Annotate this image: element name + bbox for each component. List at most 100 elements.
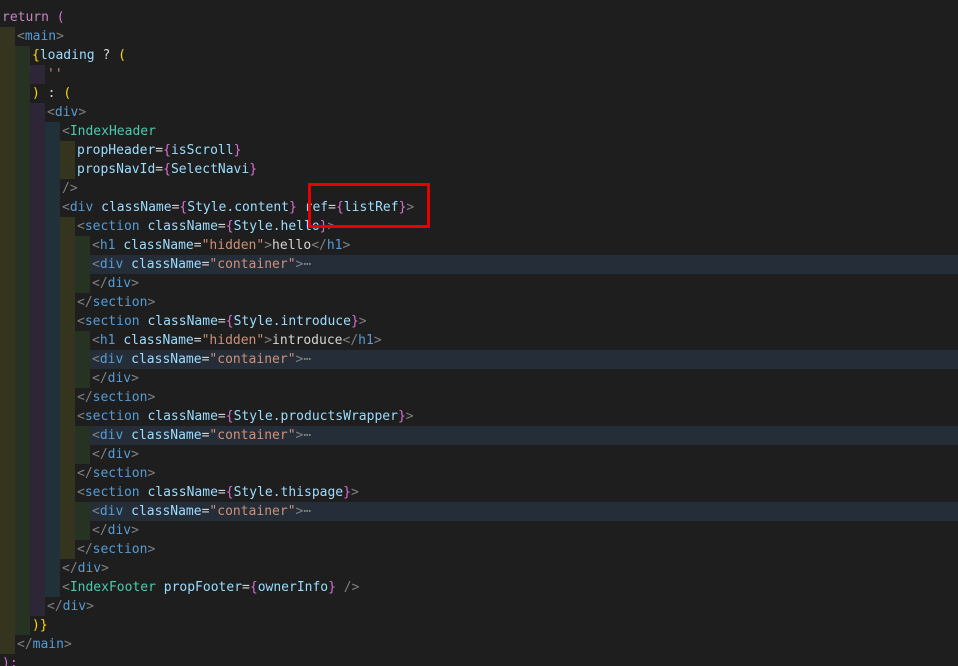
code-line[interactable]: />	[0, 179, 958, 198]
indent-guide	[15, 426, 30, 445]
code-token: >	[56, 29, 64, 44]
code-line[interactable]: <div className="container">⋯	[0, 502, 958, 521]
code-line[interactable]: );	[0, 654, 958, 666]
indent-guide	[0, 521, 15, 540]
code-line[interactable]: <section className={Style.hello}>	[0, 217, 958, 236]
code-token: =	[242, 580, 250, 595]
code-token: "hidden"	[201, 238, 265, 253]
indent-guide	[15, 293, 30, 312]
code-line[interactable]: propHeader={isScroll}	[0, 141, 958, 160]
indent-guide	[75, 521, 90, 540]
code-line[interactable]: </div>	[0, 521, 958, 540]
code-token: className	[131, 504, 202, 519]
indent-guide	[45, 464, 60, 483]
code-line[interactable]: <main>	[0, 27, 958, 46]
indent-guide	[15, 122, 30, 141]
code-line[interactable]: <section className={Style.productsWrappe…	[0, 407, 958, 426]
indent-guide	[60, 312, 75, 331]
code-line[interactable]: </section>	[0, 293, 958, 312]
indent-guide	[30, 559, 45, 578]
code-token: >	[131, 523, 139, 538]
code-text: </section>	[77, 293, 155, 312]
code-line[interactable]: <IndexFooter propFooter={ownerInfo} />	[0, 578, 958, 597]
indent-guide	[30, 65, 45, 84]
code-line[interactable]: </section>	[0, 464, 958, 483]
folded-ellipsis-icon[interactable]: ⋯	[303, 504, 311, 519]
code-line[interactable]: )}	[0, 616, 958, 635]
code-line[interactable]: return (	[0, 8, 958, 27]
code-line[interactable]: </div>	[0, 597, 958, 616]
indent-guide	[15, 198, 30, 217]
indent-guide	[0, 388, 15, 407]
indent-guide	[15, 331, 30, 350]
indent-guide	[15, 46, 30, 65]
folded-ellipsis-icon[interactable]: ⋯	[303, 352, 311, 367]
code-line[interactable]: <div className="container">⋯	[0, 350, 958, 369]
code-line[interactable]: </div>	[0, 274, 958, 293]
indent-guide	[0, 141, 15, 160]
code-token: return	[2, 10, 49, 25]
code-token: Style.productsWrapper	[233, 409, 398, 424]
code-line[interactable]: </div>	[0, 559, 958, 578]
code-token: className	[147, 314, 218, 329]
folded-ellipsis-icon[interactable]: ⋯	[303, 428, 311, 443]
indent-guide	[15, 540, 30, 559]
code-line[interactable]: <h1 className="hidden">hello</h1>	[0, 236, 958, 255]
code-line[interactable]: ) : (	[0, 84, 958, 103]
indent-guide	[45, 236, 60, 255]
indent-guide	[45, 578, 60, 597]
code-line[interactable]: propsNavId={SelectNavi}	[0, 160, 958, 179]
indent-guide	[0, 597, 15, 616]
code-text: propHeader={isScroll}	[77, 141, 241, 160]
code-token: div	[107, 276, 132, 291]
code-line[interactable]: <IndexHeader	[0, 122, 958, 141]
indent-guide	[45, 540, 60, 559]
code-token: =	[217, 314, 226, 329]
folded-ellipsis-icon[interactable]: ⋯	[303, 257, 311, 272]
code-token: IndexHeader	[69, 124, 156, 139]
code-line[interactable]: </section>	[0, 540, 958, 559]
code-line[interactable]: <section className={Style.thispage}>	[0, 483, 958, 502]
indent-guide	[15, 255, 30, 274]
code-token: "container"	[209, 257, 296, 272]
code-token: (	[118, 48, 126, 63]
code-line[interactable]: ''	[0, 65, 958, 84]
code-token: >	[86, 599, 94, 614]
code-token: className	[147, 409, 218, 424]
code-line[interactable]: <section className={Style.introduce}>	[0, 312, 958, 331]
code-token: >	[264, 333, 273, 348]
code-token: >	[405, 409, 414, 424]
code-token: >	[350, 485, 359, 500]
indent-guide	[30, 445, 45, 464]
code-token: div	[69, 200, 94, 215]
code-token: div	[62, 599, 87, 614]
code-line[interactable]: {loading ? (	[0, 46, 958, 65]
code-line[interactable]: <h1 className="hidden">introduce</h1>	[0, 331, 958, 350]
code-token: <	[92, 352, 100, 367]
indent-guide	[0, 65, 15, 84]
indent-guide	[0, 559, 15, 578]
code-line[interactable]: </div>	[0, 445, 958, 464]
code-token: :	[39, 86, 64, 101]
code-line[interactable]: <div className={Style.content} ref={list…	[0, 198, 958, 217]
code-token: div	[107, 447, 132, 462]
indent-guide	[15, 578, 30, 597]
indent-guide	[0, 84, 15, 103]
code-token: >	[147, 295, 156, 310]
code-token: div	[99, 257, 124, 272]
code-line[interactable]: <div>	[0, 103, 958, 122]
code-editor[interactable]: return (<main> {loading ? ('') : (<div> <I…	[0, 0, 958, 666]
code-line[interactable]: </div>	[0, 369, 958, 388]
code-token: <	[92, 257, 100, 272]
indent-guide	[60, 331, 75, 350]
code-line[interactable]: </section>	[0, 388, 958, 407]
code-line[interactable]: <div className="container">⋯	[0, 255, 958, 274]
code-line[interactable]: <div className="container">⋯	[0, 426, 958, 445]
code-text: </section>	[77, 388, 155, 407]
indent-guide	[45, 122, 60, 141]
code-line[interactable]: </main>	[0, 635, 958, 654]
